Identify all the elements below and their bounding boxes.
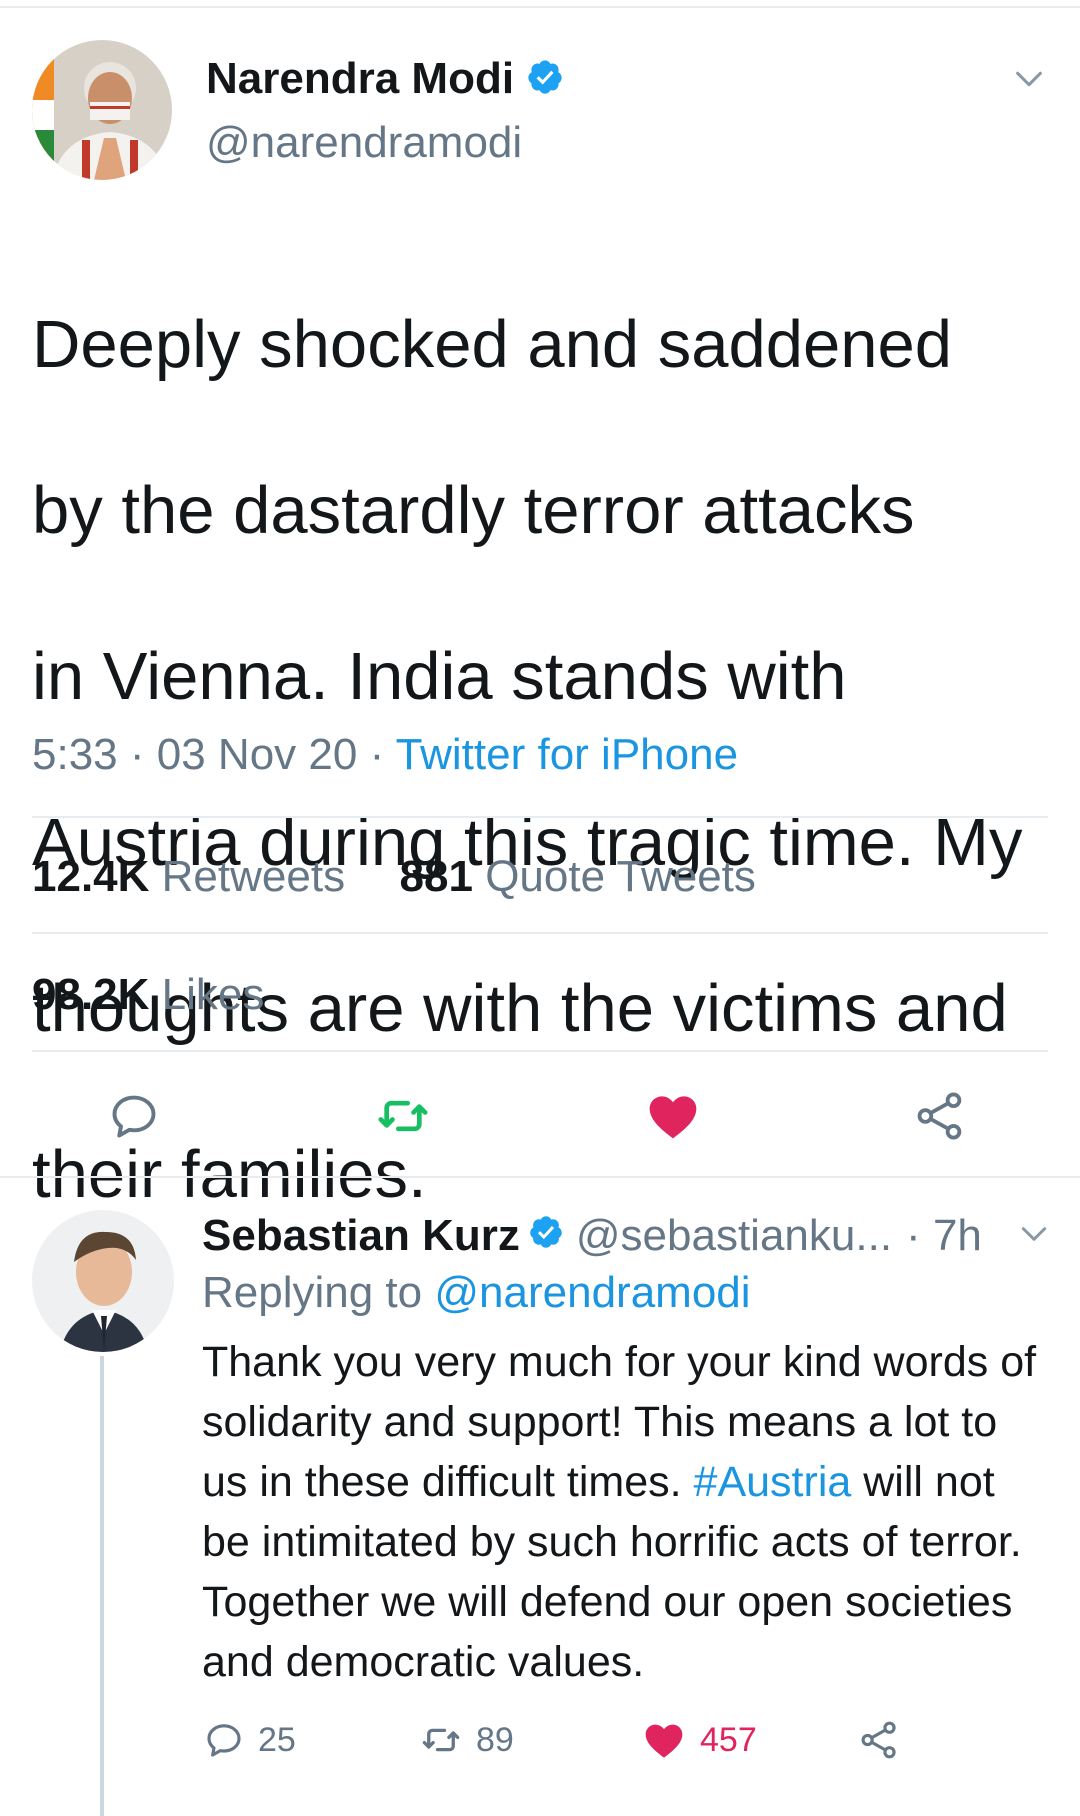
speech-bubble-icon: [112, 1095, 156, 1138]
reply-time: · 7h: [906, 1211, 982, 1261]
reply-button[interactable]: [106, 1088, 162, 1144]
tweet-time: 5:33: [32, 730, 118, 779]
quote-tweets-stat[interactable]: 881 Quote Tweets: [400, 852, 756, 901]
reply-like-button[interactable]: 457: [642, 1715, 757, 1765]
tweet-date: 03 Nov 20: [156, 730, 358, 779]
tweet-text-line: by the dastardly terror attacks: [32, 473, 915, 548]
author-name-row[interactable]: Narendra Modi: [206, 52, 564, 106]
reply-author-handle[interactable]: @sebastianku...: [576, 1211, 892, 1261]
reply-author-avatar-image: [32, 1210, 174, 1352]
meta-separator: ·: [369, 730, 385, 779]
reply-retweet-button[interactable]: 89: [420, 1715, 514, 1765]
reply-retweet-count: 89: [476, 1720, 514, 1759]
top-divider: [0, 6, 1080, 8]
divider: [32, 1050, 1048, 1052]
meta-separator: ·: [129, 730, 145, 779]
retweet-arrows-icon: [378, 1100, 428, 1132]
speech-bubble-icon: [207, 1724, 241, 1757]
quote-tweets-count: 881: [399, 852, 473, 901]
author-handle[interactable]: @narendramodi: [206, 118, 522, 168]
quote-tweets-label: Quote Tweets: [485, 852, 756, 901]
reply-text: Thank you very much for your kind words …: [202, 1332, 1052, 1692]
likes-count: 98.2K: [32, 970, 150, 1019]
likes-label: Likes: [161, 970, 265, 1019]
retweets-count: 12.4K: [32, 852, 150, 901]
thread-line: [100, 1356, 104, 1816]
tweet-divider: [0, 1176, 1080, 1178]
reply-author-avatar[interactable]: [32, 1210, 174, 1352]
replying-to-mention[interactable]: @narendramodi: [434, 1268, 750, 1317]
share-button[interactable]: [912, 1088, 968, 1144]
replying-to: Replying to @narendramodi: [202, 1268, 751, 1318]
reply-count: 25: [258, 1720, 296, 1759]
share-nodes-icon: [861, 1721, 896, 1759]
heart-icon: [645, 1724, 683, 1758]
divider: [32, 932, 1048, 934]
tweet-text-line: Deeply shocked and saddened: [32, 307, 953, 382]
retweets-stat[interactable]: 12.4K Retweets: [32, 852, 345, 901]
like-button[interactable]: [645, 1088, 701, 1144]
chevron-down-icon[interactable]: [1012, 62, 1046, 96]
reply-reply-button[interactable]: 25: [204, 1715, 296, 1765]
share-nodes-icon: [917, 1092, 962, 1140]
tweet-source-link[interactable]: Twitter for iPhone: [396, 730, 738, 779]
retweet-button[interactable]: [375, 1088, 431, 1144]
hashtag-link[interactable]: #Austria: [694, 1458, 852, 1506]
retweets-label: Retweets: [161, 852, 346, 901]
author-name[interactable]: Narendra Modi: [206, 54, 514, 104]
replying-to-prefix: Replying to: [202, 1268, 423, 1317]
reply-time-ago: 7h: [932, 1211, 982, 1260]
likes-stat[interactable]: 98.2K Likes: [32, 970, 264, 1020]
reply-like-count: 457: [700, 1720, 757, 1759]
retweet-arrows-icon: [422, 1728, 460, 1752]
tweet-meta: 5:33 · 03 Nov 20 · Twitter for iPhone: [32, 730, 738, 780]
verified-badge-icon: [528, 1211, 564, 1261]
author-avatar[interactable]: [32, 40, 172, 180]
author-avatar-image: [32, 40, 172, 180]
heart-icon: [649, 1096, 697, 1139]
meta-separator: ·: [906, 1211, 921, 1260]
tweet-text-line: in Vienna. India stands with: [32, 639, 847, 714]
divider: [32, 816, 1048, 818]
chevron-down-icon[interactable]: [1018, 1218, 1050, 1250]
verified-badge-icon: [526, 58, 564, 101]
reply-header: Sebastian Kurz @sebastianku... · 7h: [202, 1206, 982, 1266]
reply-share-button[interactable]: [858, 1715, 900, 1765]
tweet-text-line: their families.: [32, 1137, 427, 1212]
engagement-stats: 12.4K Retweets 881 Quote Tweets: [32, 852, 756, 902]
reply-author-name[interactable]: Sebastian Kurz: [202, 1211, 520, 1261]
